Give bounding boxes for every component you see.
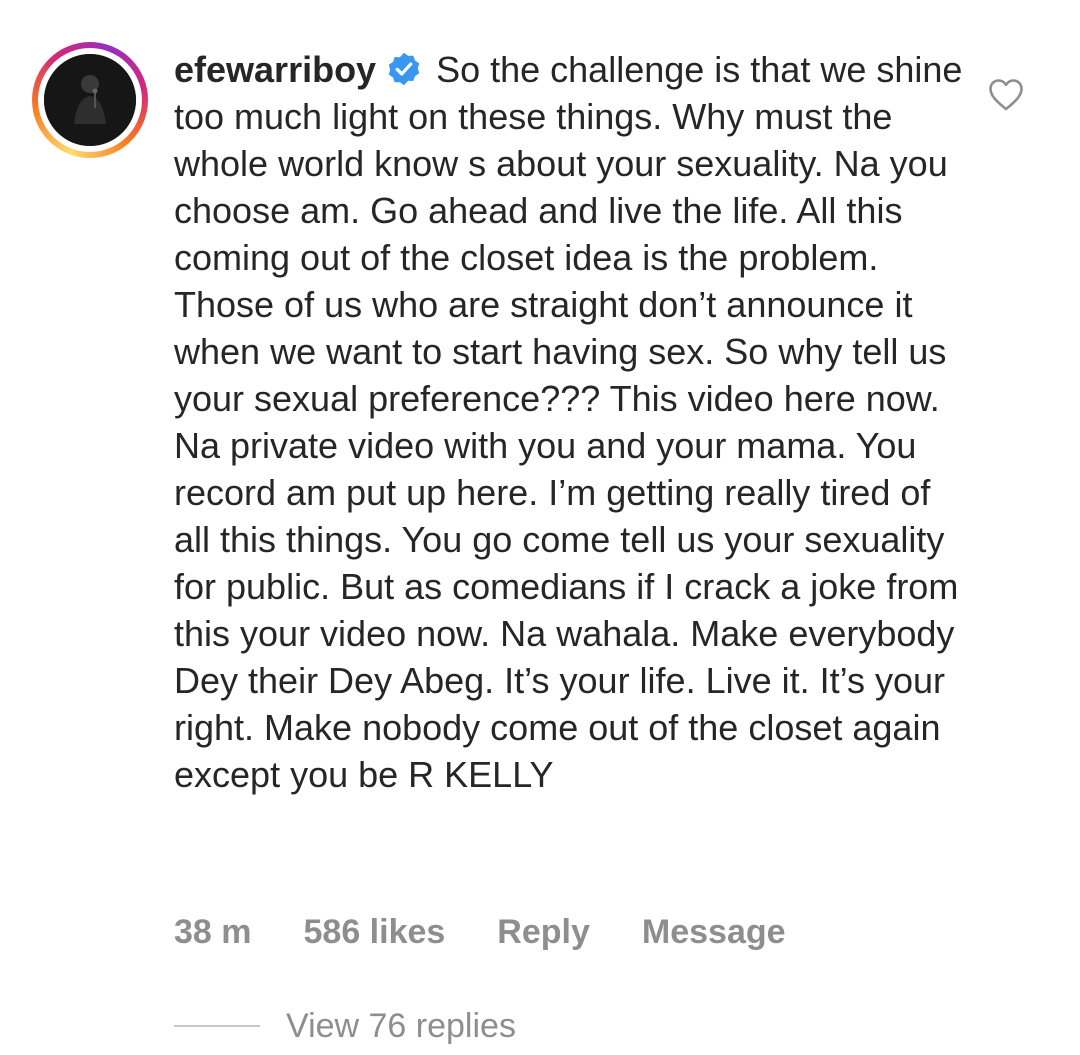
likes-count-link[interactable]: 586 likes [304, 910, 446, 954]
view-replies-link[interactable]: View 76 replies [286, 1004, 516, 1048]
comment-meta-row: 38 m 586 likes Reply Message [174, 910, 838, 954]
verified-badge-icon [386, 51, 422, 87]
view-replies-row[interactable]: View 76 replies [174, 1004, 516, 1048]
heart-outline-icon[interactable] [988, 78, 1024, 112]
avatar-photo [44, 54, 136, 146]
avatar-story-ring[interactable] [32, 42, 148, 158]
avatar-ring-gap [38, 48, 142, 152]
replies-divider-line [174, 1025, 260, 1027]
reply-button[interactable]: Reply [497, 910, 590, 954]
comment-username[interactable]: efewarriboy [174, 49, 376, 90]
avatar[interactable] [44, 54, 136, 146]
comment-item: efewarriboy So the challenge is that we … [0, 0, 1080, 1055]
message-button[interactable]: Message [642, 910, 786, 954]
comment-body: efewarriboy So the challenge is that we … [174, 46, 964, 798]
comment-text: So the challenge is that we shine too mu… [174, 49, 963, 795]
comment-timestamp: 38 m [174, 913, 252, 951]
